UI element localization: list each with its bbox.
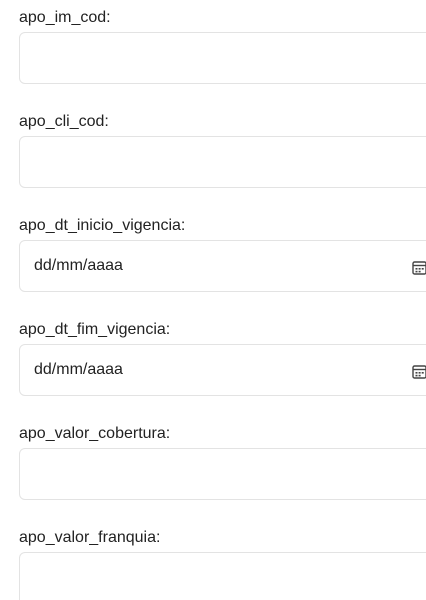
apo-valor-franquia-label: apo_valor_franquia: — [19, 529, 161, 546]
apo-im-cod-input[interactable] — [19, 32, 426, 84]
apo-dt-fim-vigencia-input[interactable]: dd/mm/aaaa — [19, 344, 426, 396]
apo-im-cod-label: apo_im_cod: — [19, 9, 111, 26]
form: apo_im_cod: apo_cli_cod: apo_dt_inicio_v… — [0, 0, 426, 600]
calendar-icon[interactable] — [412, 260, 426, 275]
apo-cli-cod-label: apo_cli_cod: — [19, 113, 109, 130]
apo-valor-cobertura-input[interactable] — [19, 448, 426, 500]
date-placeholder: dd/mm/aaaa — [34, 257, 123, 274]
apo-dt-inicio-vigencia-input[interactable]: dd/mm/aaaa — [19, 240, 426, 292]
apo-valor-franquia-input[interactable] — [19, 552, 426, 600]
date-placeholder: dd/mm/aaaa — [34, 361, 123, 378]
apo-cli-cod-input[interactable] — [19, 136, 426, 188]
apo-valor-cobertura-label: apo_valor_cobertura: — [19, 425, 171, 442]
apo-dt-fim-vigencia-label: apo_dt_fim_vigencia: — [19, 321, 171, 338]
calendar-icon[interactable] — [412, 364, 426, 379]
apo-dt-inicio-vigencia-label: apo_dt_inicio_vigencia: — [19, 217, 186, 234]
